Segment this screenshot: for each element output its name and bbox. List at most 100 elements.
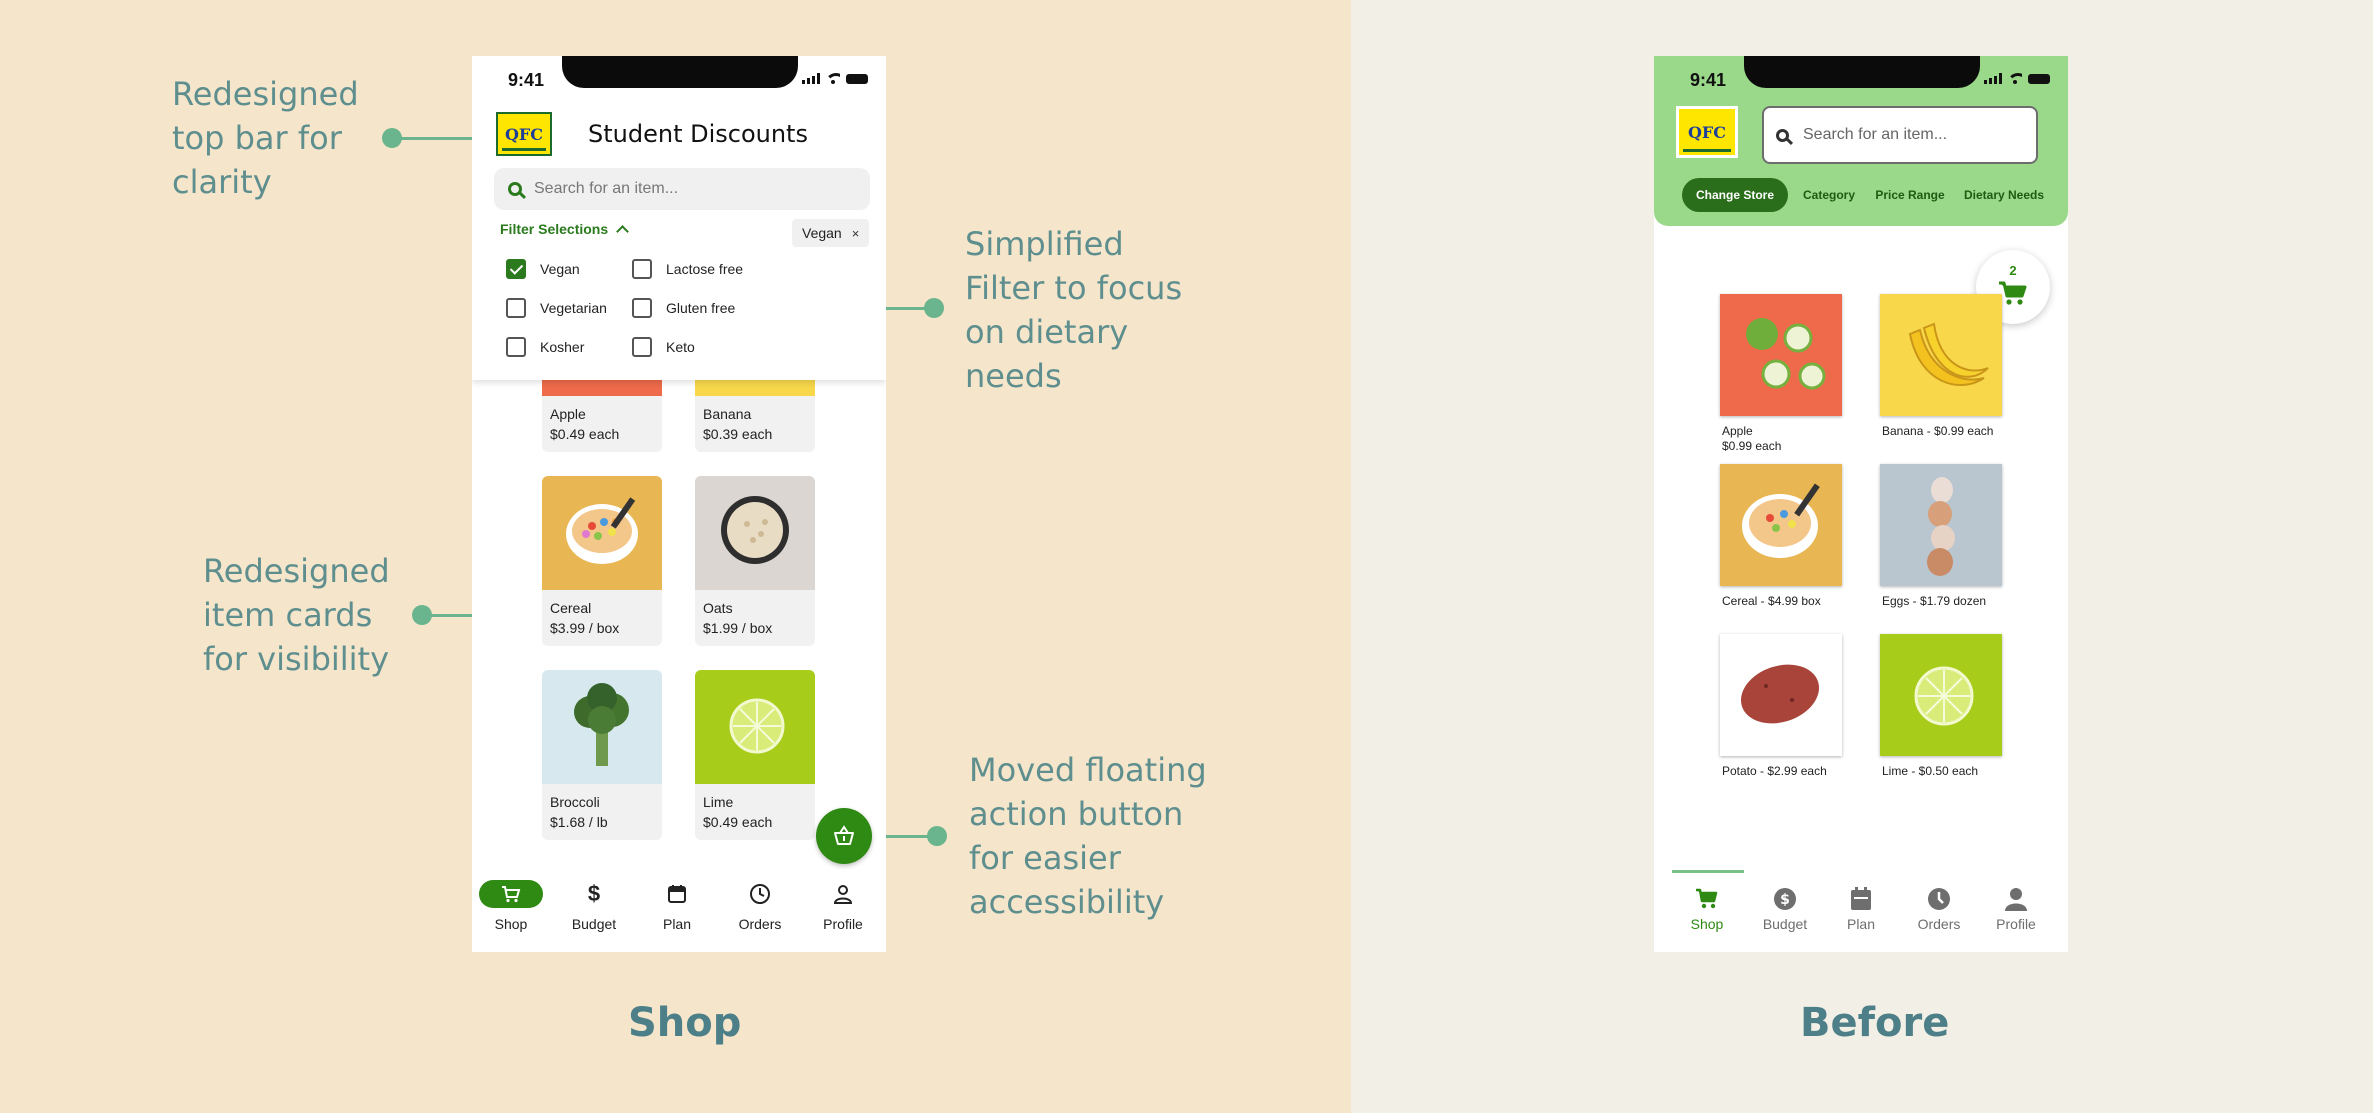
tab-orders[interactable]: Orders bbox=[724, 880, 796, 932]
item-label: Potato - $2.99 each bbox=[1722, 764, 1827, 778]
apple-image bbox=[1720, 294, 1842, 416]
filter-keto[interactable]: Keto bbox=[632, 337, 695, 357]
cart-icon bbox=[1672, 886, 1742, 912]
checkbox[interactable] bbox=[506, 337, 526, 357]
search-input[interactable]: Search for an item... bbox=[494, 168, 870, 210]
calendar-icon bbox=[1826, 886, 1896, 912]
item-cereal[interactable]: Cereal - $4.99 box bbox=[1720, 464, 1842, 609]
item-potato[interactable]: Potato - $2.99 each bbox=[1720, 634, 1842, 779]
item-label: Lime - $0.50 each bbox=[1882, 764, 1979, 778]
item-label: Cereal - $4.99 box bbox=[1722, 594, 1821, 608]
item-name: Banana bbox=[703, 406, 752, 422]
item-banana[interactable]: Banana - $0.99 each bbox=[1880, 294, 2002, 439]
page-title: Student Discounts bbox=[588, 120, 808, 148]
item-card-oats[interactable]: Oats $1.99 / box bbox=[695, 476, 815, 646]
cart-icon bbox=[479, 880, 543, 908]
status-icons bbox=[1984, 73, 2050, 84]
item-name: Cereal bbox=[550, 600, 592, 616]
item-price: $3.99 / box bbox=[550, 620, 620, 636]
lime-image bbox=[1880, 634, 2002, 756]
tab-profile[interactable]: Profile bbox=[807, 880, 879, 932]
item-price: $1.99 / box bbox=[703, 620, 773, 636]
item-card-cereal[interactable]: Cereal $3.99 / box bbox=[542, 476, 662, 646]
notch bbox=[562, 56, 798, 88]
store-logo[interactable]: QFC bbox=[496, 112, 552, 156]
checkbox[interactable] bbox=[632, 259, 652, 279]
item-apple[interactable]: Apple $0.99 each bbox=[1720, 294, 1842, 454]
search-icon bbox=[1776, 128, 1789, 142]
tab-plan[interactable]: Plan bbox=[1826, 886, 1896, 932]
dollar-icon: $ bbox=[587, 881, 601, 906]
banana-image bbox=[1880, 294, 2002, 416]
connector-dot bbox=[924, 298, 944, 318]
dietary-needs-filter[interactable]: Dietary Needs bbox=[1956, 178, 2052, 212]
status-icons bbox=[802, 73, 868, 84]
connector-line bbox=[392, 137, 480, 140]
checkbox[interactable] bbox=[506, 298, 526, 318]
filter-toggle[interactable]: Filter Selections bbox=[500, 221, 630, 238]
tab-shop[interactable]: Shop bbox=[1672, 886, 1742, 932]
item-price: $0.49 each bbox=[703, 814, 773, 830]
item-price: $0.49 each bbox=[550, 426, 620, 442]
checkbox[interactable] bbox=[632, 298, 652, 318]
filter-gluten-free[interactable]: Gluten free bbox=[632, 298, 735, 318]
filter-vegetarian[interactable]: Vegetarian bbox=[506, 298, 607, 318]
filter-vegan[interactable]: Vegan bbox=[506, 259, 580, 279]
active-tab-indicator bbox=[1672, 870, 1744, 873]
old-header: 9:41 QFC Search for an item... Change St… bbox=[1654, 56, 2068, 226]
cart-count-badge: 2 bbox=[2009, 263, 2017, 278]
change-store-button[interactable]: Change Store bbox=[1682, 178, 1788, 212]
lime-image bbox=[695, 670, 815, 784]
basket-fab-button[interactable] bbox=[816, 808, 872, 864]
item-card-lime[interactable]: Lime $0.49 each bbox=[695, 670, 815, 840]
battery-icon bbox=[846, 73, 868, 84]
bottom-tab-bar: Shop $ Budget Plan Orders Profile bbox=[1654, 864, 2068, 952]
status-bar: 9:41 bbox=[472, 56, 886, 100]
svg-text:$: $ bbox=[1780, 892, 1790, 908]
clock-icon bbox=[724, 880, 796, 908]
status-bar: 9:41 bbox=[1654, 56, 2068, 100]
wifi-icon bbox=[826, 73, 840, 84]
notch bbox=[1744, 56, 1980, 88]
category-filter[interactable]: Category bbox=[1794, 178, 1864, 212]
item-label: Eggs - $1.79 dozen bbox=[1882, 594, 1987, 608]
item-card-broccoli[interactable]: Broccoli $1.68 / lb bbox=[542, 670, 662, 840]
tab-orders[interactable]: Orders bbox=[1904, 886, 1974, 932]
dollar-icon: $ bbox=[1750, 886, 1820, 912]
item-price: $0.39 each bbox=[703, 426, 773, 442]
item-price: $1.68 / lb bbox=[550, 814, 608, 830]
tab-budget[interactable]: $ Budget bbox=[1750, 886, 1820, 932]
clock-icon bbox=[1904, 886, 1974, 912]
annotation-topbar: Redesigned top bar for clarity bbox=[172, 75, 359, 201]
search-input[interactable]: Search for an item... bbox=[1762, 106, 2038, 164]
search-placeholder: Search for an item... bbox=[534, 180, 679, 197]
item-label: Banana - $0.99 each bbox=[1882, 424, 1994, 438]
eggs-image bbox=[1880, 464, 2002, 586]
tab-profile[interactable]: Profile bbox=[1981, 886, 2051, 932]
filter-lactose-free[interactable]: Lactose free bbox=[632, 259, 743, 279]
connector-dot bbox=[927, 826, 947, 846]
tab-plan[interactable]: Plan bbox=[641, 880, 713, 932]
checkbox-checked[interactable] bbox=[506, 259, 526, 279]
bottom-tab-bar: Shop $ Budget Plan Orders Profile bbox=[472, 872, 886, 952]
close-icon[interactable]: × bbox=[852, 226, 860, 241]
active-filter-chip[interactable]: Vegan × bbox=[792, 219, 870, 247]
redesigned-phone: Apple $0.49 each Banana $0.39 each Cerea… bbox=[472, 56, 886, 952]
wifi-icon bbox=[2008, 73, 2022, 84]
oats-image bbox=[695, 476, 815, 590]
item-lime[interactable]: Lime - $0.50 each bbox=[1880, 634, 2002, 779]
caption-shop: Shop bbox=[628, 1000, 742, 1046]
tab-shop[interactable]: Shop bbox=[475, 880, 547, 932]
price-range-filter[interactable]: Price Range bbox=[1872, 178, 1948, 212]
person-icon bbox=[1981, 886, 2051, 912]
annotation-filter: Simplified Filter to focus on dietary ne… bbox=[965, 225, 1183, 395]
calendar-icon bbox=[641, 880, 713, 908]
store-logo[interactable]: QFC bbox=[1676, 106, 1738, 158]
filter-kosher[interactable]: Kosher bbox=[506, 337, 584, 357]
item-eggs[interactable]: Eggs - $1.79 dozen bbox=[1880, 464, 2002, 609]
checkbox[interactable] bbox=[632, 337, 652, 357]
potato-image bbox=[1720, 634, 1842, 756]
signal-icon bbox=[802, 73, 820, 84]
tab-budget[interactable]: $ Budget bbox=[558, 880, 630, 932]
before-phone: 9:41 QFC Search for an item... Change St… bbox=[1654, 56, 2068, 952]
